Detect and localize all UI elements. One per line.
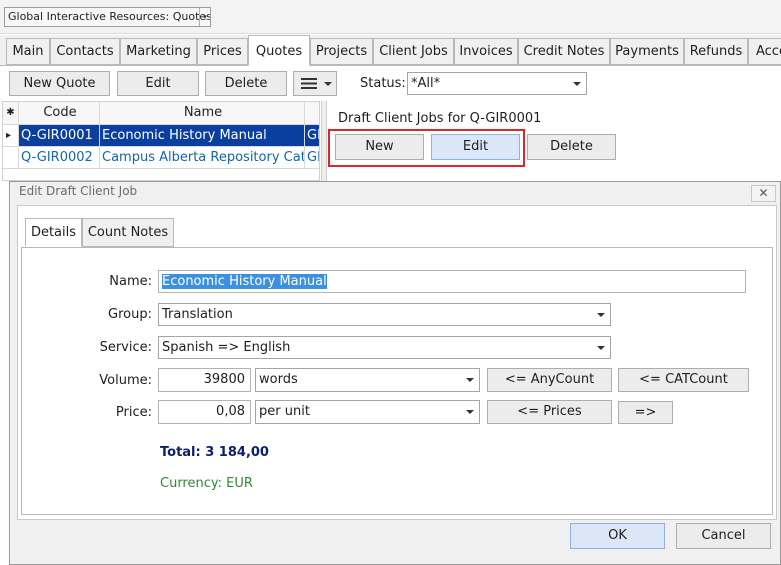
chevron-down-icon [597,345,605,350]
price-input[interactable]: 0,08 [158,400,251,424]
chevron-down-icon [573,81,581,86]
hamburger-icon [301,78,317,89]
dialog-title: Edit Draft Client Job [19,184,138,198]
ok-button[interactable]: OK [570,523,665,549]
chevron-down-icon [466,378,474,382]
tab-quotes[interactable]: Quotes [248,35,310,66]
currency-label: Currency: EUR [160,476,253,491]
tab-details[interactable]: Details [25,218,82,247]
price-label: Price: [115,405,152,420]
volume-label: Volume: [99,373,152,388]
quotes-grid: ✱ Code Name ▸ Q-GIR0001 Economic History… [2,101,320,181]
tab-refunds[interactable]: Refunds [684,38,748,65]
status-value: *All* [411,76,441,91]
chevron-down-icon [324,82,332,86]
splitter-handle[interactable] [321,101,327,181]
column-header-code[interactable]: Code [19,102,100,125]
tab-projects[interactable]: Projects [310,38,373,65]
menu-button[interactable] [293,71,337,96]
column-header-name[interactable]: Name [100,102,305,125]
volume-unit-value: words [259,372,298,387]
tab-marketing[interactable]: Marketing [120,38,197,65]
price-unit-select[interactable]: per unit [255,400,480,424]
group-label: Group: [108,307,152,322]
volume-input[interactable]: 39800 [158,368,251,392]
tab-client-jobs[interactable]: Client Jobs [373,38,454,65]
grid-corner: ✱ [3,102,19,125]
chevron-down-icon[interactable]: ▾ [199,8,210,26]
column-header-extra[interactable] [305,102,319,125]
group-select[interactable]: Translation [158,303,611,326]
group-value: Translation [162,307,233,322]
name-label: Name: [109,274,152,289]
tab-payments[interactable]: Payments [610,38,684,65]
table-row-name[interactable]: Campus Alberta Repository Catalo [100,147,305,169]
window-selector-label: Global Interactive Resources: Quotes [8,10,211,23]
delete-draft-job-button[interactable]: Delete [527,134,616,160]
chevron-down-icon [466,410,474,414]
tab-credit-notes[interactable]: Credit Notes [518,38,610,65]
new-draft-job-button[interactable]: New [335,134,424,160]
window-selector[interactable]: Global Interactive Resources: Quotes ▾ [4,7,211,27]
cancel-button[interactable]: Cancel [676,523,771,549]
service-select[interactable]: Spanish => English [158,336,611,359]
new-quote-button[interactable]: New Quote [9,71,110,96]
tab-invoices[interactable]: Invoices [454,38,518,65]
apply-price-button[interactable]: => [618,401,673,424]
tab-contacts[interactable]: Contacts [50,38,120,65]
table-row-code[interactable]: Q-GIR0002 [19,147,100,169]
prices-button[interactable]: <= Prices [487,400,612,424]
tab-main[interactable]: Main [6,38,50,65]
service-label: Service: [99,340,152,355]
table-row-extra[interactable]: Glo [305,147,319,169]
row-indicator [3,147,19,169]
service-value: Spanish => English [162,340,291,355]
edit-draft-job-button[interactable]: Edit [431,134,520,160]
row-indicator: ▸ [3,125,19,147]
table-row-extra[interactable]: Glo [305,125,319,147]
table-row-code[interactable]: Q-GIR0001 [19,125,100,147]
close-icon[interactable]: ✕ [751,185,776,202]
edit-quote-button[interactable]: Edit [117,71,199,96]
any-count-button[interactable]: <= AnyCount [487,368,612,392]
status-select[interactable]: *All* [407,72,587,95]
draft-jobs-title: Draft Client Jobs for Q-GIR0001 [338,111,542,126]
name-input[interactable]: Economic History Manual [158,270,746,293]
price-unit-value: per unit [259,404,310,419]
cat-count-button[interactable]: <= CATCount [618,368,749,392]
table-row-name[interactable]: Economic History Manual [100,125,305,147]
name-value: Economic History Manual [162,274,327,289]
chevron-down-icon [597,312,605,317]
tab-prices[interactable]: Prices [197,38,248,65]
status-label: Status: [360,76,406,91]
total-amount: Total: 3 184,00 [160,445,269,460]
tab-count-notes[interactable]: Count Notes [82,218,174,247]
volume-unit-select[interactable]: words [255,368,480,392]
tab-accounts[interactable]: Acco [748,38,781,65]
delete-quote-button[interactable]: Delete [205,71,287,96]
